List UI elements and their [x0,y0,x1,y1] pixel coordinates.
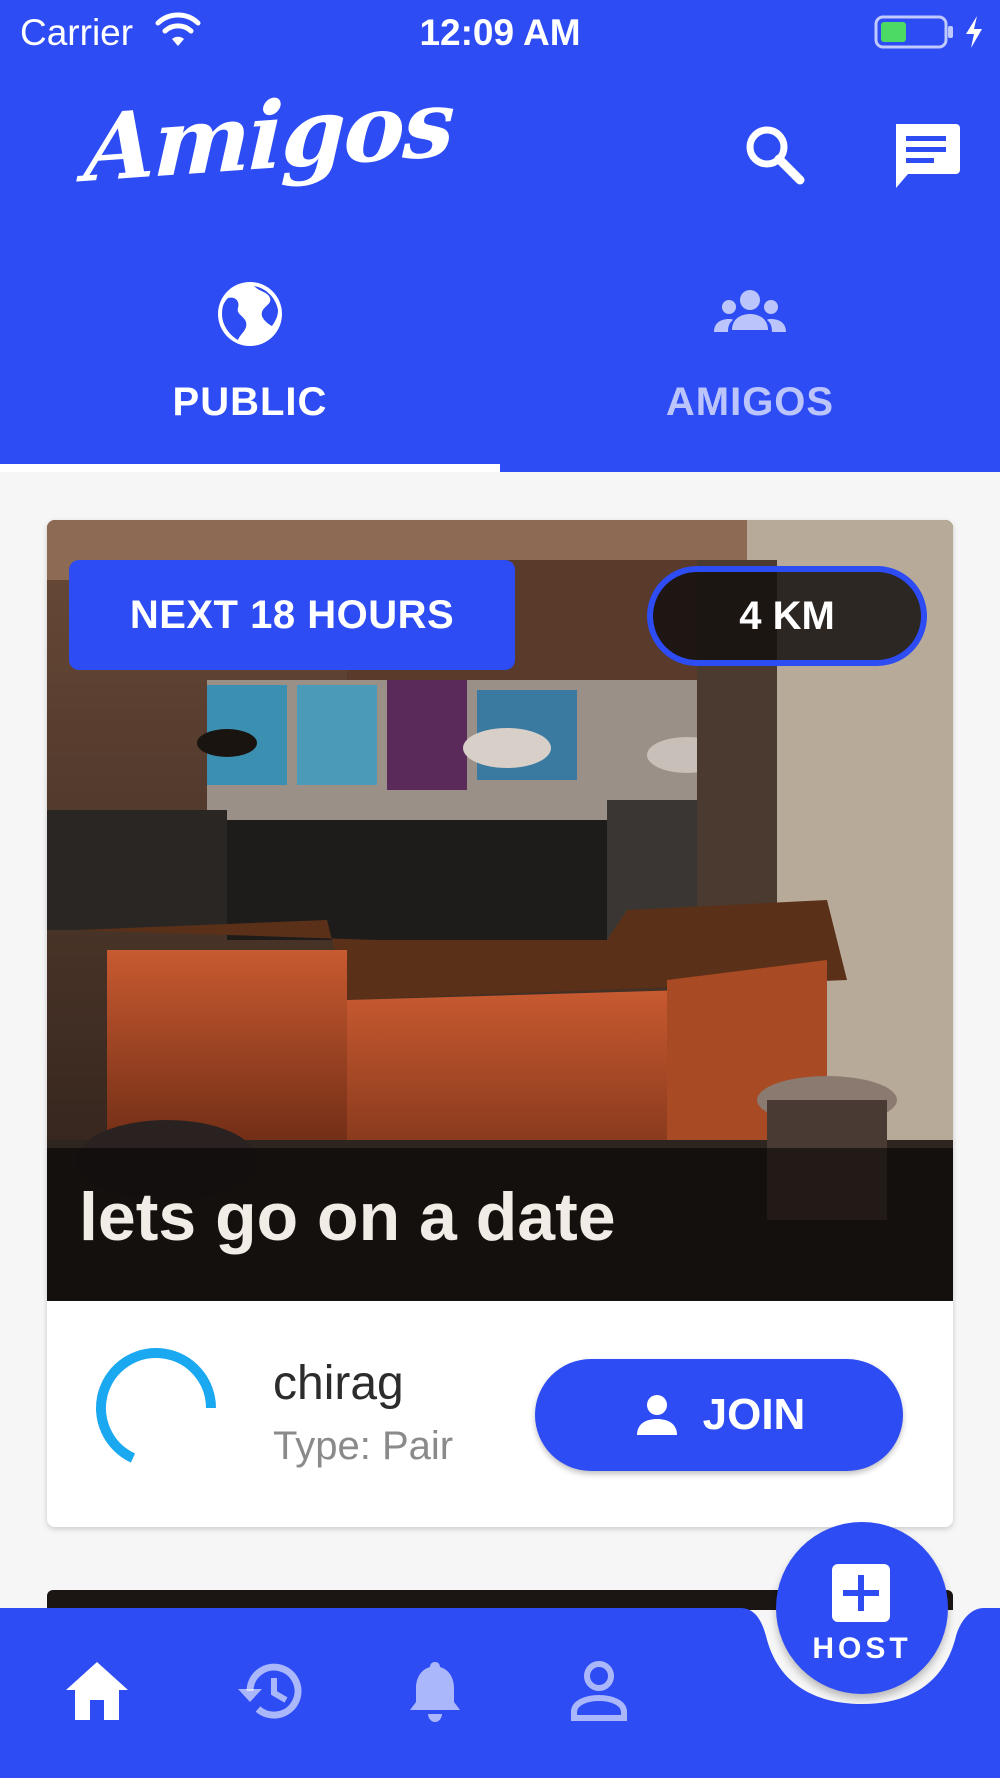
time-badge: NEXT 18 HOURS [69,560,515,670]
host-name: chirag [273,1357,404,1410]
distance-badge: 4 KM [647,566,927,666]
person-icon [571,1661,627,1721]
host-label: HOST [812,1632,912,1665]
title-overlay: lets go on a date [47,1148,953,1301]
charging-icon [966,16,982,48]
host-button[interactable]: HOST [776,1522,948,1694]
nav-history[interactable] [228,1648,314,1734]
event-title: lets go on a date [79,1179,616,1255]
group-icon [714,290,786,332]
join-label: JOIN [702,1390,806,1439]
nav-home[interactable] [54,1648,140,1734]
avatar-loading-spinner [96,1348,216,1463]
event-type: Type: Pair [273,1424,454,1468]
join-button[interactable]: JOIN [535,1359,903,1471]
home-icon [66,1662,128,1720]
card-footer: chirag Type: Pair JOIN [47,1301,953,1527]
person-icon [636,1395,677,1435]
chat-icon [896,124,960,188]
messages-button[interactable] [882,112,970,200]
status-bar: Carrier 12:09 AM [0,0,1000,62]
search-button[interactable] [736,116,812,192]
app-bar: Amigos PUBLIC AMIGOS [0,62,1000,472]
tab-label: PUBLIC [172,380,328,424]
clock: 12:09 AM [419,12,581,53]
nav-profile[interactable] [556,1648,642,1734]
tab-label: AMIGOS [665,380,835,424]
bell-icon [410,1662,460,1722]
tab-indicator [0,464,500,472]
search-icon [746,126,805,185]
plus-icon [832,1564,890,1622]
event-card[interactable]: NEXT 18 HOURS 4 KM lets go on a date chi… [47,520,953,1527]
globe-icon [218,282,282,346]
tab-public[interactable]: PUBLIC [0,262,500,472]
battery-icon [874,15,953,49]
event-photo: NEXT 18 HOURS 4 KM lets go on a date [47,520,953,1301]
tab-amigos[interactable]: AMIGOS [500,262,1000,472]
history-icon [238,1663,302,1719]
nav-notifications[interactable] [392,1648,478,1734]
app-logo: Amigos [82,68,455,204]
